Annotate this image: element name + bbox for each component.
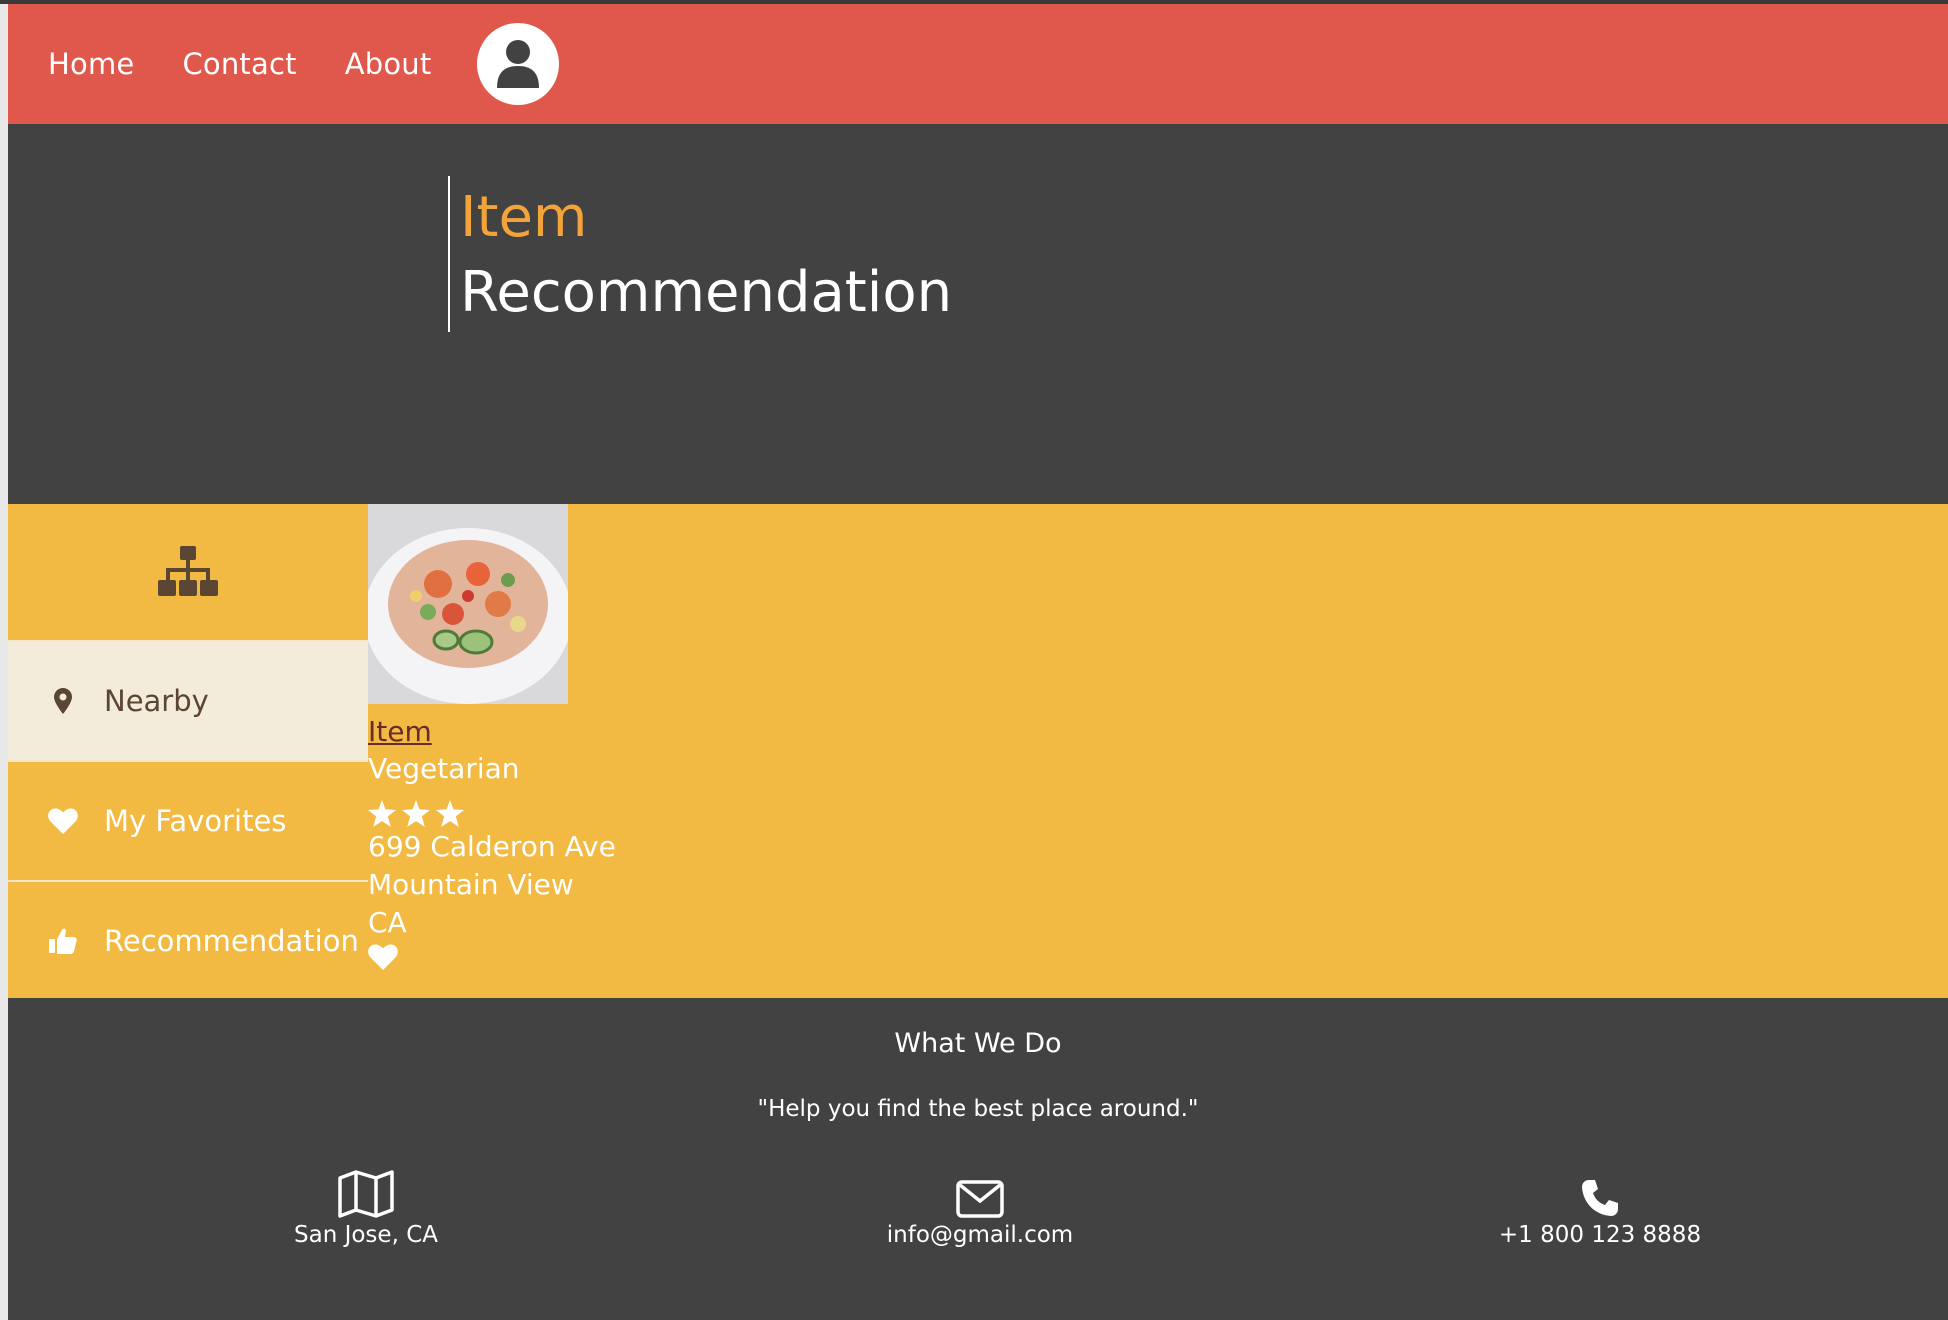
heart-icon — [46, 808, 80, 834]
window-edge — [0, 0, 8, 1320]
page: Home Contact About Item Recommendation N… — [0, 0, 1948, 1320]
footer-phone-text: +1 800 123 8888 — [1498, 1222, 1702, 1248]
sidebar-item-label: Recommendation — [104, 924, 359, 958]
hero-title-line1: Item — [460, 185, 588, 250]
phone-icon — [1582, 1180, 1618, 1216]
sidebar-item-label: Nearby — [104, 684, 209, 718]
item-rating — [368, 798, 628, 828]
heart-icon — [368, 944, 398, 970]
item-address-street: 699 Calderon Ave — [368, 830, 616, 863]
item-category: Vegetarian — [368, 752, 520, 785]
nav-about-link[interactable]: About — [345, 47, 432, 81]
footer-location-text: San Jose, CA — [294, 1222, 438, 1248]
sidebar: Nearby My Favorites Recommendation — [8, 504, 368, 998]
footer-email-text: info@gmail.com — [886, 1222, 1074, 1248]
top-nav-bar: Home Contact About — [8, 4, 1948, 124]
sidebar-item-my-favorites[interactable]: My Favorites — [8, 760, 368, 880]
sitemap-icon — [158, 546, 218, 596]
sidebar-item-label: My Favorites — [104, 804, 287, 838]
footer-location: San Jose, CA — [206, 1166, 526, 1248]
nav-home-link[interactable]: Home — [48, 47, 134, 81]
main-content: Nearby My Favorites Recommendation Item … — [8, 504, 1948, 998]
nav-contact-link[interactable]: Contact — [182, 47, 296, 81]
footer-title: What We Do — [894, 1028, 1062, 1059]
star-icon — [402, 799, 430, 827]
footer-email[interactable]: info@gmail.com — [820, 1166, 1140, 1248]
sidebar-item-recommendation[interactable]: Recommendation — [8, 880, 368, 1000]
footer-quote: "Help you find the best place around." — [757, 1096, 1199, 1122]
thumbs-up-icon — [46, 928, 80, 954]
item-card: Item Vegetarian 699 Calderon Ave Mountai… — [368, 504, 628, 974]
star-icon — [368, 799, 396, 827]
sidebar-header — [8, 504, 368, 640]
map-pin-icon — [46, 688, 80, 714]
item-photo[interactable] — [368, 504, 568, 704]
item-address-state: CA — [368, 906, 407, 939]
hero-title: Item Recommendation — [448, 176, 952, 332]
star-icon — [436, 799, 464, 827]
item-address-city: Mountain View — [368, 868, 574, 901]
user-avatar-button[interactable] — [477, 23, 560, 105]
sidebar-item-nearby[interactable]: Nearby — [8, 640, 368, 760]
envelope-icon — [956, 1180, 1004, 1218]
favorite-toggle[interactable] — [368, 944, 628, 974]
map-icon — [338, 1170, 394, 1218]
item-name-link[interactable]: Item — [368, 714, 628, 750]
footer-phone[interactable]: +1 800 123 8888 — [1440, 1166, 1760, 1248]
footer: What We Do "Help you find the best place… — [8, 998, 1948, 1320]
hero-section: Item Recommendation — [8, 124, 1948, 504]
hero-title-line2: Recommendation — [460, 260, 953, 325]
user-icon — [497, 40, 540, 88]
